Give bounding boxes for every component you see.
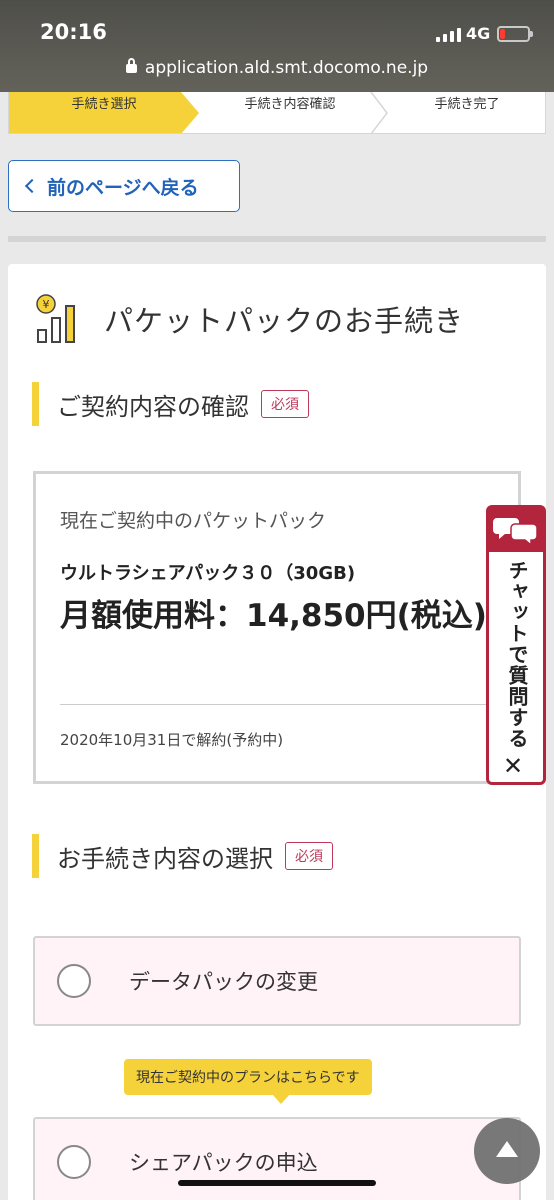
option-share-pack-apply[interactable]: シェアパックの申込 [33, 1117, 521, 1200]
cancellation-note: 2020年10月31日で解約(予約中) [60, 731, 284, 749]
chat-support-tab[interactable]: チャットで質問する ✕ [486, 505, 546, 785]
option-data-pack-change[interactable]: データパックの変更 [33, 936, 521, 1026]
close-icon[interactable]: ✕ [503, 752, 523, 780]
main-card: ¥ パケットパックのお手続き ご契約内容の確認 必須 現在ご契約中のパケットパッ… [8, 264, 546, 1200]
network-type: 4G [466, 24, 491, 43]
back-button[interactable]: 前のページへ戻る [8, 160, 240, 212]
page-title: ¥ パケットパックのお手続き [32, 294, 464, 344]
required-badge: 必須 [261, 390, 309, 418]
page-title-text: パケットパックのお手続き [104, 304, 465, 338]
contract-section-title: ご契約内容の確認 [57, 392, 249, 421]
monthly-price: 月額使用料：14,850円(税込) [60, 598, 487, 634]
contract-plan: ウルトラシェアパック３０（30GB) [60, 563, 356, 584]
chat-bubbles-icon [493, 518, 538, 547]
section-accent-bar [32, 382, 39, 426]
cellular-signal-icon [436, 26, 461, 42]
url-text: application.ald.smt.docomo.ne.jp [144, 58, 429, 78]
chat-header [489, 508, 543, 552]
contract-label: 現在ご契約中のパケットパック [60, 510, 327, 532]
radio-button[interactable] [57, 964, 91, 998]
home-indicator [178, 1180, 376, 1186]
lock-icon [125, 58, 137, 73]
scroll-to-top-button[interactable] [474, 1118, 540, 1184]
step-1: 手続き選択 [9, 92, 199, 133]
section-accent-bar [32, 834, 39, 878]
current-plan-tooltip: 現在ご契約中のプランはこちらです [124, 1059, 372, 1104]
radio-button[interactable] [57, 1145, 91, 1179]
divider [8, 236, 546, 242]
browser-top-bar: 20:16 4G application.ald.smt.docomo.ne.j… [0, 0, 554, 92]
option-label: データパックの変更 [129, 970, 318, 994]
chevron-left-icon [24, 178, 40, 194]
option-label: シェアパックの申込 [129, 1151, 318, 1175]
required-badge: 必須 [285, 842, 333, 870]
step-2: 手続き内容確認 [244, 97, 336, 112]
battery-level [500, 29, 505, 39]
chat-label: チャットで質問する [505, 560, 529, 749]
contract-section-header: ご契約内容の確認 必須 [32, 382, 309, 426]
current-contract-box: 現在ご契約中のパケットパック ウルトラシェアパック３０（30GB) 月額使用料：… [33, 471, 521, 784]
progress-steps: 手続き選択 手続き内容確認 手続き完了 [8, 92, 546, 134]
address-bar[interactable]: application.ald.smt.docomo.ne.jp [0, 58, 554, 78]
status-time: 20:16 [40, 20, 107, 44]
svg-text:¥: ¥ [43, 298, 50, 311]
battery-icon [497, 26, 533, 42]
procedure-section-title: お手続き内容の選択 [57, 844, 273, 873]
procedure-section-header: お手続き内容の選択 必須 [32, 834, 333, 878]
divider [60, 704, 500, 705]
packet-pack-icon: ¥ [36, 294, 75, 343]
back-button-label: 前のページへ戻る [47, 176, 199, 199]
step-3: 手続き完了 [434, 97, 500, 112]
